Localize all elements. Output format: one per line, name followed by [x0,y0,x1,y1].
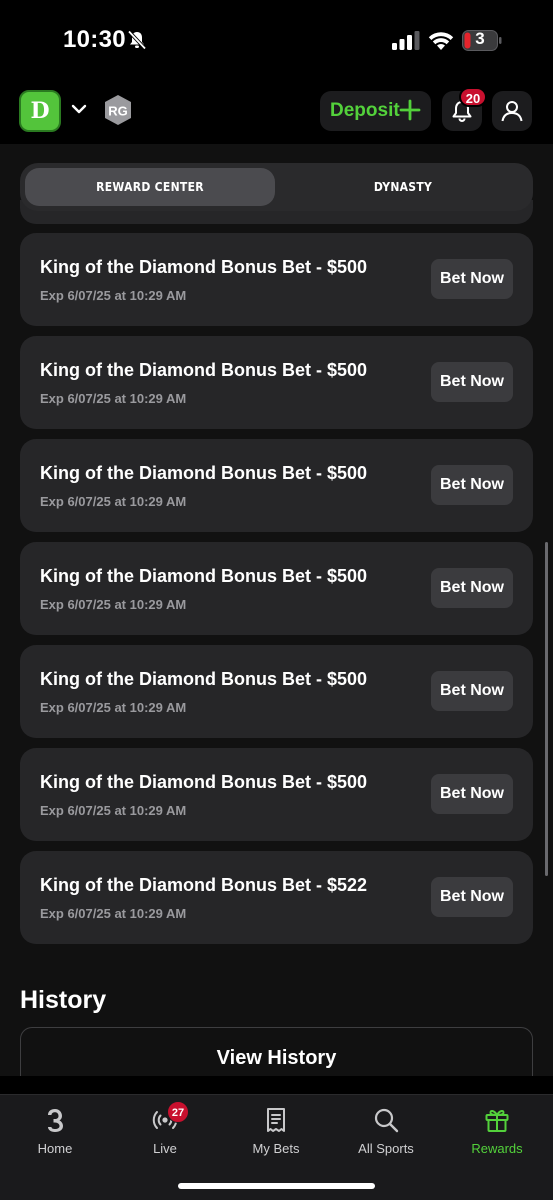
nav-rewards[interactable]: Rewards [442,1095,552,1175]
user-icon [501,101,523,122]
reward-expiry: Exp 6/07/25 at 10:29 AM [40,700,187,715]
reward-card: King of the Diamond Bonus Bet - $500 Exp… [20,439,533,532]
reward-title: King of the Diamond Bonus Bet - $500 [40,566,368,586]
reward-content[interactable]: REWARD CENTER DYNASTY King of the Diamon… [0,144,553,1076]
gift-icon [485,1109,509,1132]
reward-title: King of the Diamond Bonus Bet - $500 [40,360,368,380]
view-history-label: View History [216,1047,337,1069]
bet-now-button[interactable]: Bet Now [431,568,513,608]
reward-card: King of the Diamond Bonus Bet - $500 Exp… [20,748,533,841]
view-history-button[interactable]: View History [20,1027,533,1076]
bet-now-button[interactable]: Bet Now [431,259,513,299]
nav-my-bets[interactable]: My Bets [221,1095,331,1175]
bell-muted-icon [127,30,147,50]
nav-all-sports[interactable]: All Sports [331,1095,441,1175]
wifi-icon [428,32,454,50]
profile-button[interactable] [492,91,532,131]
reward-card: King of the Diamond Bonus Bet - $500 Exp… [20,233,533,326]
receipt-icon [267,1108,285,1132]
bet-now-button[interactable]: Bet Now [431,465,513,505]
draftkings-logo[interactable]: D [19,90,61,132]
reward-title: King of the Diamond Bonus Bet - $500 [40,669,368,689]
reward-expiry: Exp 6/07/25 at 10:29 AM [40,597,187,612]
reward-card: King of the Diamond Bonus Bet - $500 Exp… [20,645,533,738]
status-bar: 10:30 3 [0,0,553,80]
plus-icon [399,99,421,121]
responsible-gaming-icon[interactable]: RG [102,94,134,126]
scrollbar[interactable] [545,542,548,876]
search-icon [374,1108,399,1133]
nav-home[interactable]: Home [0,1095,110,1175]
battery-level: 3 [475,29,485,48]
home-indicator[interactable] [178,1183,375,1189]
tab-dynasty[interactable]: DYNASTY [278,168,528,206]
history-heading: History [20,986,107,1014]
reward-expiry: Exp 6/07/25 at 10:29 AM [40,288,187,303]
nav-live[interactable]: Live [110,1095,220,1175]
reward-card: King of the Diamond Bonus Bet - $522 Exp… [20,851,533,944]
chevron-down-icon[interactable] [70,102,88,116]
reward-expiry: Exp 6/07/25 at 10:29 AM [40,906,187,921]
reward-expiry: Exp 6/07/25 at 10:29 AM [40,391,187,406]
rg-label: RG [108,104,128,119]
reward-expiry: Exp 6/07/25 at 10:29 AM [40,803,187,818]
cellular-signal-icon [392,31,420,50]
deposit-label: Deposit [330,100,400,121]
notification-count-badge: 20 [459,87,487,107]
logo-text: D [30,98,50,124]
deposit-button[interactable]: Deposit [320,91,431,131]
reward-card: King of the Diamond Bonus Bet - $500 Exp… [20,542,533,635]
reward-card: King of the Diamond Bonus Bet - $500 Exp… [20,336,533,429]
nav-label-all-sports: All Sports [358,1141,414,1156]
bet-now-button[interactable]: Bet Now [431,671,513,711]
home-logo-icon [48,1109,63,1132]
reward-title: King of the Diamond Bonus Bet - $500 [40,772,368,792]
reward-title: King of the Diamond Bonus Bet - $500 [40,257,368,277]
reward-expiry: Exp 6/07/25 at 10:29 AM [40,494,187,509]
nav-label-rewards: Rewards [471,1141,523,1156]
nav-label-home: Home [37,1141,73,1156]
live-count-badge: 27 [167,1101,189,1123]
bet-now-button[interactable]: Bet Now [431,877,513,917]
status-time: 10:30 [63,26,126,53]
segmented-tabs: REWARD CENTER DYNASTY [20,163,533,211]
reward-title: King of the Diamond Bonus Bet - $522 [40,875,368,895]
bet-now-button[interactable]: Bet Now [431,774,513,814]
nav-label-live: Live [153,1141,177,1156]
nav-label-my-bets: My Bets [252,1141,300,1156]
reward-title: King of the Diamond Bonus Bet - $500 [40,463,368,483]
bet-now-button[interactable]: Bet Now [431,362,513,402]
tab-reward-center[interactable]: REWARD CENTER [25,168,275,206]
